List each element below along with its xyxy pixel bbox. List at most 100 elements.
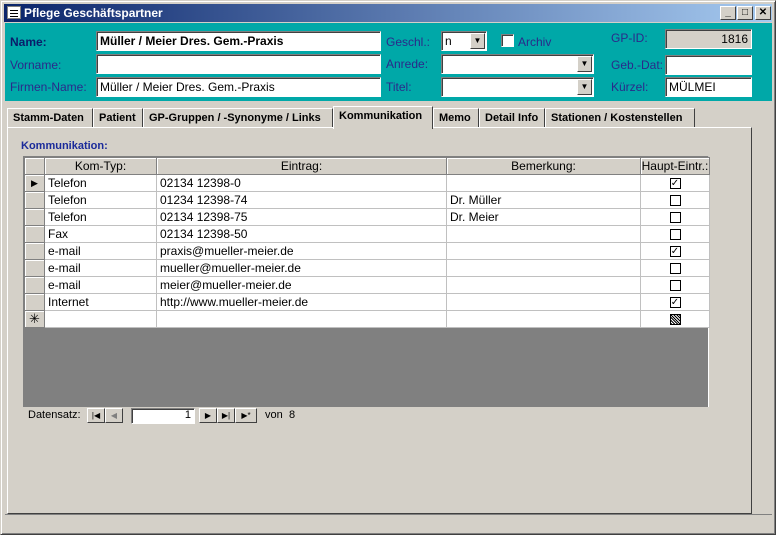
cell-typ[interactable]: e-mail	[44, 276, 157, 294]
table-row[interactable]: e-mail praxis@mueller-meier.de ✓	[24, 242, 710, 260]
tab-stationen[interactable]: Stationen / Kostenstellen	[545, 108, 695, 128]
cell-eintrag[interactable]: praxis@mueller-meier.de	[156, 242, 447, 260]
tab-kommunikation[interactable]: Kommunikation	[333, 106, 433, 129]
row-selector[interactable]	[24, 191, 45, 209]
titel-label: Titel:	[386, 80, 412, 94]
maximize-button[interactable]: □	[737, 6, 753, 20]
previous-record-icon[interactable]: ◀	[105, 408, 123, 423]
cell-bemerkung[interactable]	[446, 225, 641, 243]
unchecked-checkbox[interactable]	[669, 195, 681, 207]
row-selector[interactable]	[24, 225, 45, 243]
empty-cell[interactable]	[156, 310, 447, 328]
row-selector[interactable]	[24, 208, 45, 226]
cell-bemerkung[interactable]: Dr. Müller	[446, 191, 641, 209]
unchecked-checkbox[interactable]	[669, 280, 681, 292]
tab-patient[interactable]: Patient	[93, 108, 143, 128]
current-record-icon[interactable]: ▶	[24, 174, 45, 192]
cell-eintrag[interactable]: 02134 12398-0	[156, 174, 447, 192]
chevron-down-icon[interactable]: ▼	[577, 56, 592, 72]
unchecked-checkbox[interactable]	[669, 263, 681, 275]
header-row: Kom-Typ: Eintrag: Bemerkung: Haupt-Eintr…	[24, 157, 710, 175]
table-row[interactable]: Fax 02134 12398-50	[24, 225, 710, 243]
row-selector[interactable]	[24, 276, 45, 294]
close-button[interactable]: ✕	[755, 6, 771, 20]
anrede-label: Anrede:	[386, 57, 429, 71]
checked-checkbox[interactable]: ✓	[669, 297, 681, 309]
cell-eintrag[interactable]: http://www.mueller-meier.de	[156, 293, 447, 311]
next-record-icon[interactable]: ▶	[199, 408, 217, 423]
chevron-down-icon[interactable]: ▼	[470, 33, 485, 49]
row-selector-header	[24, 157, 45, 175]
column-header-eintrag[interactable]: Eintrag:	[156, 157, 447, 175]
kuerzel-field[interactable]: MÜLMEI	[665, 77, 752, 97]
cell-bemerkung[interactable]: Dr. Meier	[446, 208, 641, 226]
empty-cell[interactable]	[446, 310, 641, 328]
cell-eintrag[interactable]: meier@mueller-meier.de	[156, 276, 447, 294]
cell-typ[interactable]: Internet	[44, 293, 157, 311]
table-body: ▶ Telefon 02134 12398-0 ✓ Telefon 01234 12398…	[24, 174, 710, 328]
empty-cell[interactable]	[44, 310, 157, 328]
row-selector[interactable]	[24, 242, 45, 260]
table-row[interactable]: ▶ Telefon 02134 12398-0 ✓	[24, 174, 710, 192]
row-selector[interactable]	[24, 293, 45, 311]
cell-bemerkung[interactable]	[446, 242, 641, 260]
first-record-icon[interactable]: |◀	[87, 408, 105, 423]
cell-typ[interactable]: Fax	[44, 225, 157, 243]
minimize-button[interactable]: _	[720, 6, 736, 20]
column-header-bemerkung[interactable]: Bemerkung:	[446, 157, 641, 175]
archiv-label: Archiv	[518, 35, 552, 49]
column-header-typ[interactable]: Kom-Typ:	[44, 157, 157, 175]
new-record-icon[interactable]: ✳	[24, 310, 45, 328]
cell-typ[interactable]: Telefon	[44, 191, 157, 209]
last-record-icon[interactable]: ▶|	[217, 408, 235, 423]
title-bar[interactable]: Pflege Geschäftspartner _ □ ✕	[4, 4, 772, 22]
record-total: 8	[289, 409, 296, 421]
table-row[interactable]: Internet http://www.mueller-meier.de ✓	[24, 293, 710, 311]
cell-bemerkung[interactable]	[446, 293, 641, 311]
kommunikation-grid: Kom-Typ: Eintrag: Bemerkung: Haupt-Eintr…	[23, 156, 710, 424]
cell-typ[interactable]: Telefon	[44, 208, 157, 226]
table-row[interactable]: Telefon 01234 12398-74 Dr. Müller	[24, 191, 710, 209]
cell-eintrag[interactable]: mueller@mueller-meier.de	[156, 259, 447, 277]
cell-bemerkung[interactable]	[446, 276, 641, 294]
table-row[interactable]: e-mail mueller@mueller-meier.de	[24, 259, 710, 277]
table-row[interactable]: e-mail meier@mueller-meier.de	[24, 276, 710, 294]
gpid-label: GP-ID:	[611, 31, 648, 45]
cell-eintrag[interactable]: 02134 12398-50	[156, 225, 447, 243]
unchecked-checkbox[interactable]	[669, 212, 681, 224]
unchecked-checkbox[interactable]	[669, 229, 681, 241]
firmenname-field[interactable]: Müller / Meier Dres. Gem.-Praxis	[96, 77, 381, 97]
indeterminate-checkbox[interactable]	[669, 314, 681, 326]
cell-typ[interactable]: Telefon	[44, 174, 157, 192]
chevron-down-icon[interactable]: ▼	[577, 79, 592, 95]
cell-haupt	[640, 208, 710, 226]
record-number-input[interactable]: 1	[131, 408, 195, 424]
gebdat-field[interactable]	[665, 55, 752, 75]
vorname-field[interactable]	[96, 54, 381, 74]
tab-detail-info[interactable]: Detail Info	[479, 108, 545, 128]
new-record-icon[interactable]: ▶*	[235, 408, 257, 423]
cell-haupt: ✓	[640, 242, 710, 260]
table-row[interactable]: Telefon 02134 12398-75 Dr. Meier	[24, 208, 710, 226]
cell-typ[interactable]: e-mail	[44, 259, 157, 277]
new-record-row[interactable]: ✳	[24, 310, 710, 328]
tab-memo[interactable]: Memo	[433, 108, 479, 128]
cell-eintrag[interactable]: 02134 12398-75	[156, 208, 447, 226]
checked-checkbox[interactable]: ✓	[669, 246, 681, 258]
record-label: Datensatz:	[28, 409, 81, 421]
name-field[interactable]: Müller / Meier Dres. Gem.-Praxis	[96, 31, 381, 51]
tab-stamm-daten[interactable]: Stamm-Daten	[7, 108, 93, 128]
row-selector[interactable]	[24, 259, 45, 277]
cell-eintrag[interactable]: 01234 12398-74	[156, 191, 447, 209]
column-header-haupt[interactable]: Haupt-Eintr.:	[640, 157, 710, 175]
cell-haupt	[640, 259, 710, 277]
cell-bemerkung[interactable]	[446, 174, 641, 192]
checked-checkbox[interactable]: ✓	[669, 178, 681, 190]
titel-select[interactable]: ▼	[441, 77, 594, 97]
cell-bemerkung[interactable]	[446, 259, 641, 277]
archiv-checkbox[interactable]	[501, 34, 514, 47]
tab-gp-gruppen[interactable]: GP-Gruppen / -Synonyme / Links	[143, 108, 333, 128]
anrede-select[interactable]: ▼	[441, 54, 594, 74]
geschl-select[interactable]: n ▼	[441, 31, 487, 51]
cell-typ[interactable]: e-mail	[44, 242, 157, 260]
